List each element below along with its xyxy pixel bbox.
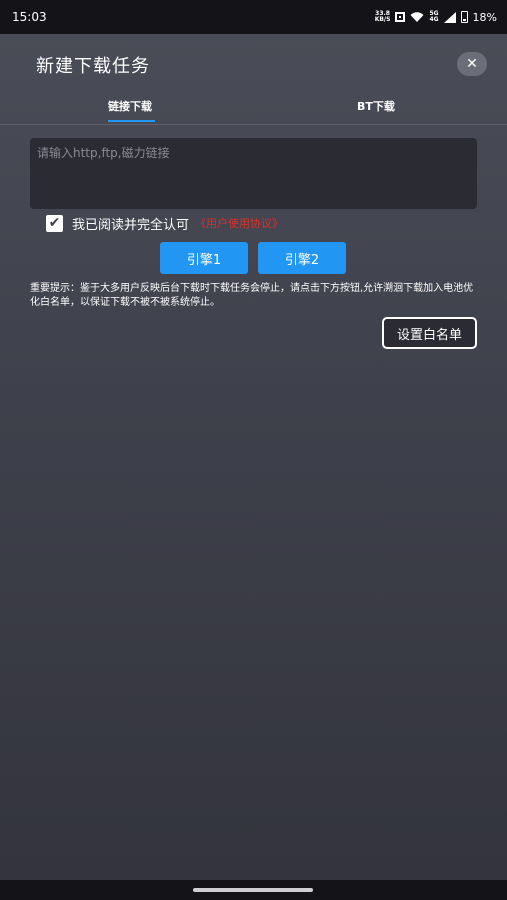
tab-bar: 链接下载 BT下载 [0, 92, 507, 126]
network-speed-unit: KB/S [374, 16, 391, 23]
status-time: 15:03 [12, 10, 47, 24]
engine1-button[interactable]: 引擎1 [160, 242, 248, 274]
agreement-label: 我已阅读并完全认可 [72, 217, 190, 233]
navigation-bar [0, 880, 507, 900]
network-speed: 33.8 KB/S [375, 11, 391, 23]
url-input[interactable]: 请输入http,ftp,磁力链接 [30, 138, 477, 209]
close-icon: ✕ [466, 56, 478, 72]
new-download-dialog: 新建下载任务 ✕ 链接下载 BT下载 请输入http,ftp,磁力链接 ✔ 我已… [0, 34, 507, 880]
agreement-checkbox[interactable]: ✔ [46, 214, 63, 232]
active-tab-indicator [108, 120, 155, 122]
nfc-icon [395, 12, 406, 22]
tab-bt-download[interactable]: BT下载 [357, 98, 395, 114]
tab-divider [0, 124, 507, 125]
wifi-icon [410, 11, 424, 22]
user-agreement-link[interactable]: 《用户使用协议》 [195, 215, 283, 231]
important-notice: 重要提示：鉴于大多用户反映后台下载时下载任务会停止，请点击下方按钮,允许溯洄下载… [30, 283, 474, 308]
agreement-row: ✔ 我已阅读并完全认可 《用户使用协议》 [46, 214, 283, 233]
checkmark-icon: ✔ [48, 214, 61, 231]
engine2-button[interactable]: 引擎2 [258, 242, 346, 274]
signal-icon [443, 11, 456, 23]
network-type-bottom: 4G [429, 16, 439, 23]
status-bar: 15:03 33.8 KB/S 5G 4G 18% [0, 0, 507, 34]
close-button[interactable]: ✕ [457, 52, 487, 76]
tab-link-download[interactable]: 链接下载 [108, 98, 152, 114]
home-indicator[interactable] [193, 888, 313, 892]
battery-percent: 18% [472, 10, 497, 24]
set-whitelist-button[interactable]: 设置白名单 [382, 317, 477, 349]
status-icons: 33.8 KB/S 5G 4G 18% [375, 11, 497, 24]
network-type: 5G 4G [429, 11, 438, 23]
battery-icon [460, 11, 468, 23]
dialog-title: 新建下载任务 [36, 56, 150, 77]
url-input-placeholder: 请输入http,ftp,磁力链接 [37, 146, 170, 160]
